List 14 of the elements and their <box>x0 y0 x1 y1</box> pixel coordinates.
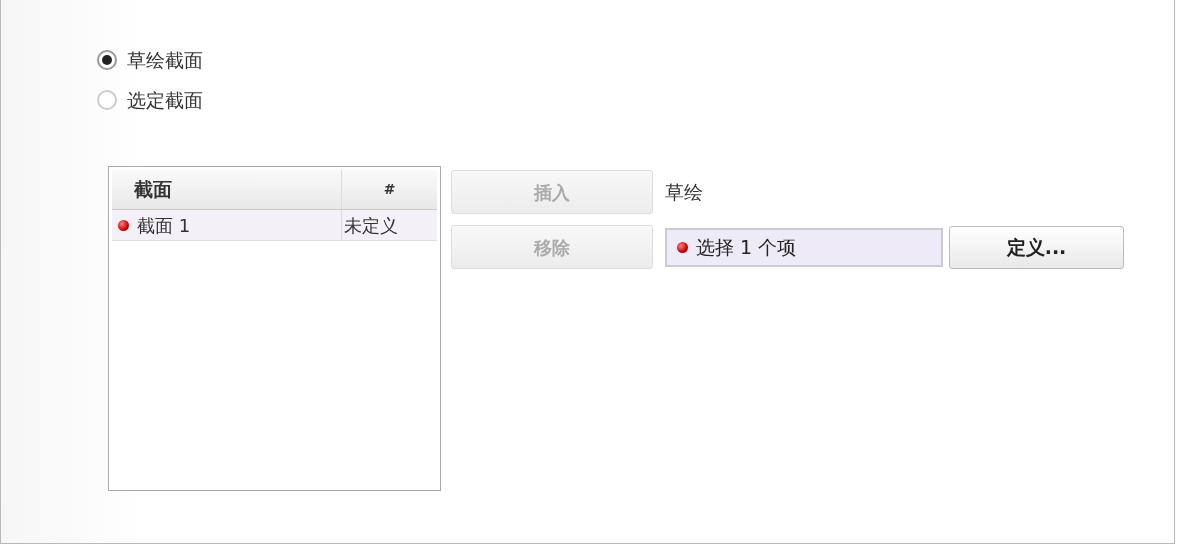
radio-label[interactable]: 草绘截面 <box>127 45 203 75</box>
table-cell-text: 未定义 <box>344 213 398 238</box>
radio-label[interactable]: 选定截面 <box>127 85 203 115</box>
radio-button[interactable] <box>97 50 117 70</box>
radio-button[interactable] <box>97 90 117 110</box>
column-header: # <box>382 180 397 199</box>
status-icon <box>118 219 129 231</box>
column-header: 截面 <box>112 170 342 209</box>
define-button[interactable]: 定义... <box>949 225 1124 269</box>
status-icon <box>677 241 688 253</box>
selection-field[interactable]: 选择 1 个项 <box>665 227 943 267</box>
table-row[interactable]: 截面 1 未定义 <box>112 210 437 241</box>
sketch-label: 草绘 <box>665 179 703 205</box>
table-cell-text: 截面 1 <box>137 213 191 238</box>
